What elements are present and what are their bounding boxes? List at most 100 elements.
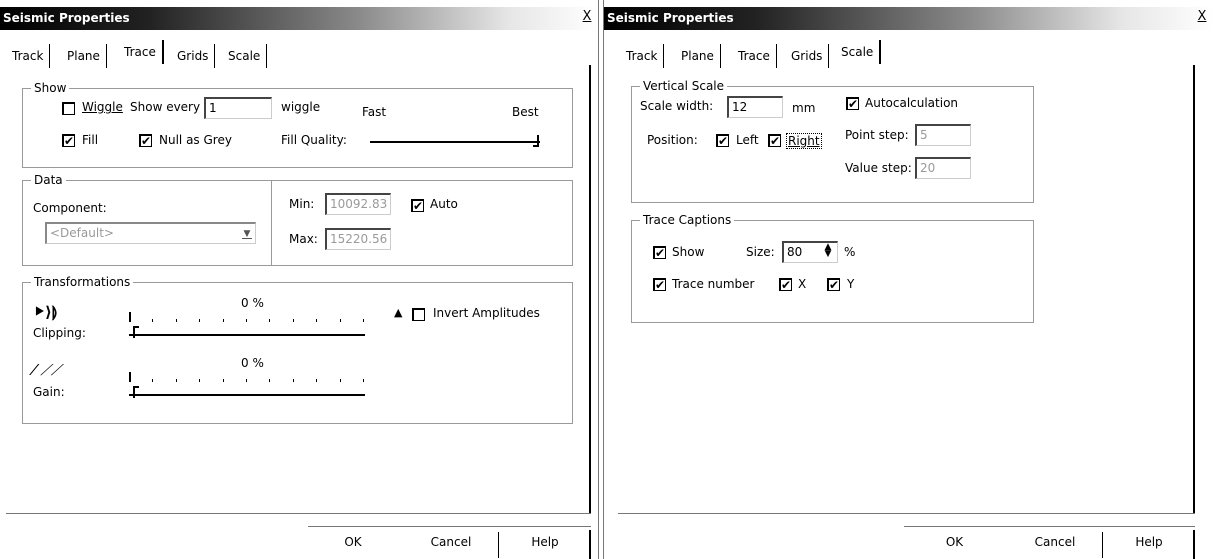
point-step-input[interactable]: 5 [915,124,971,146]
fill-checkbox[interactable]: ✔ [62,134,75,147]
show-every-input[interactable]: 1 [204,97,272,119]
help-button[interactable]: Help [505,530,585,554]
gain-track [129,394,365,396]
footer-line [308,526,591,527]
slider-tick [292,319,294,322]
title-bar: Seismic Properties X [0,7,598,30]
tab-trace[interactable]: Trace [118,40,164,64]
button-separator [1102,532,1103,558]
captions-percent: % [844,245,856,259]
vertical-scale-group: Vertical Scale Scale width: 12 mm ✔ Auto… [631,79,1034,203]
cancel-button[interactable]: Cancel [403,530,499,554]
best-label: Best [512,105,539,119]
trace-captions-group: Trace Captions ✔ Show Size: 80 ▲ ▼ % ✔ Tr… [631,213,1034,323]
position-right-checkbox[interactable]: ✔ [768,134,781,147]
show-every-label: Show every [130,100,201,114]
gain-thumb[interactable] [133,386,139,398]
wiggle-label: Wiggle [82,100,123,114]
value-step-input[interactable]: 20 [915,157,971,179]
min-input[interactable]: 10092.83 [325,193,391,215]
position-label: Position: [647,133,698,147]
title-bar: Seismic Properties X [604,7,1213,30]
point-step-label: Point step: [845,128,909,142]
caption-y-checkbox[interactable]: ✔ [827,278,840,291]
data-group: Data Component: <Default> ▼ Min: 10092.8… [22,173,573,266]
ok-button[interactable]: OK [308,530,398,554]
slider-tick [339,319,341,322]
captions-size-label: Size: [746,245,775,259]
tab-grids[interactable]: Grids [171,44,216,68]
pointer-icon: ▲ [394,306,403,319]
wiggle-checkbox[interactable] [62,102,75,115]
spinner-arrows-icon[interactable]: ▲ ▼ [821,243,835,260]
value-step-label: Value step: [845,161,912,175]
tab-plane[interactable]: Plane [61,44,107,68]
slider-tick [269,319,271,322]
slider-tick [363,319,364,322]
trace-number-checkbox[interactable]: ✔ [653,278,666,291]
tab-track[interactable]: Track [620,44,665,68]
tab-plane[interactable]: Plane [675,44,721,68]
slider-tick [292,379,294,382]
footer-line [904,526,1195,527]
show-group: Show Wiggle Show every 1 wiggle Fast Bes… [22,81,573,168]
dialog-title: Seismic Properties [3,11,130,25]
gain-percent: 0 % [241,356,264,370]
slider-tick [152,319,154,322]
chevron-down-icon[interactable]: ▼ [242,229,252,239]
position-left-checkbox[interactable]: ✔ [716,134,729,147]
close-button[interactable]: X [580,10,594,25]
transformations-group: Transformations ⯈⟩⟭ Clipping: 0 % ▲ Inve… [22,275,573,424]
slider-tick [316,379,318,382]
cancel-button[interactable]: Cancel [1007,530,1103,554]
caption-x-label: X [798,277,807,291]
tab-trace[interactable]: Trace [732,44,777,68]
slider-tick [199,319,201,322]
panel-right-border [589,65,591,513]
panel-bottom-border [618,513,1195,514]
null-grey-label: Null as Grey [159,133,232,147]
slider-tick [222,379,224,382]
tab-track[interactable]: Track [6,44,51,68]
scale-width-input[interactable]: 12 [727,96,783,118]
panel-bottom-border [6,513,591,514]
clipping-thumb[interactable] [133,326,139,338]
dialog-title: Seismic Properties [607,11,734,25]
help-button[interactable]: Help [1109,530,1189,554]
wiggle-suffix: wiggle [281,100,321,114]
clipping-tick-start [129,312,131,322]
slider-tick [222,319,224,322]
min-label: Min: [289,197,315,211]
close-button[interactable]: X [1195,10,1209,25]
fill-quality-label: Fill Quality: [281,133,347,147]
position-left-label: Left [736,133,759,147]
autocalculation-checkbox[interactable]: ✔ [846,97,859,110]
null-grey-checkbox[interactable]: ✔ [139,134,152,147]
auto-checkbox[interactable]: ✔ [411,199,424,212]
seismic-properties-dialog-trace: Seismic Properties X Track Plane Trace G… [0,0,598,559]
gain-icon: ⁄ ⟋⟋ [33,361,62,379]
tab-scale[interactable]: Scale [835,40,882,64]
fill-quality-thumb[interactable] [533,135,539,147]
component-label: Component: [33,201,107,215]
ok-button[interactable]: OK [907,530,1002,554]
clipping-label: Clipping: [33,326,86,340]
max-input[interactable]: 15220.56 [325,228,391,250]
captions-show-label: Show [672,245,705,259]
captions-size-value: 80 [787,245,803,259]
slider-tick [363,379,364,382]
tab-scale[interactable]: Scale [222,44,268,68]
captions-show-checkbox[interactable]: ✔ [653,246,666,259]
captions-size-input[interactable]: 80 ▲ ▼ [782,241,838,263]
autocalculation-label: Autocalculation [865,96,959,110]
invert-amplitudes-checkbox[interactable] [412,308,425,321]
tab-grids[interactable]: Grids [785,44,830,68]
component-select[interactable]: <Default> ▼ [45,222,256,244]
data-divider [271,181,272,265]
fill-label: Fill [82,133,99,147]
scale-width-label: Scale width: [640,99,714,113]
trace-number-label: Trace number [672,277,755,291]
caption-x-checkbox[interactable]: ✔ [779,278,792,291]
clipping-icon: ⯈⟩⟭ [33,303,58,321]
show-legend: Show [31,81,70,95]
